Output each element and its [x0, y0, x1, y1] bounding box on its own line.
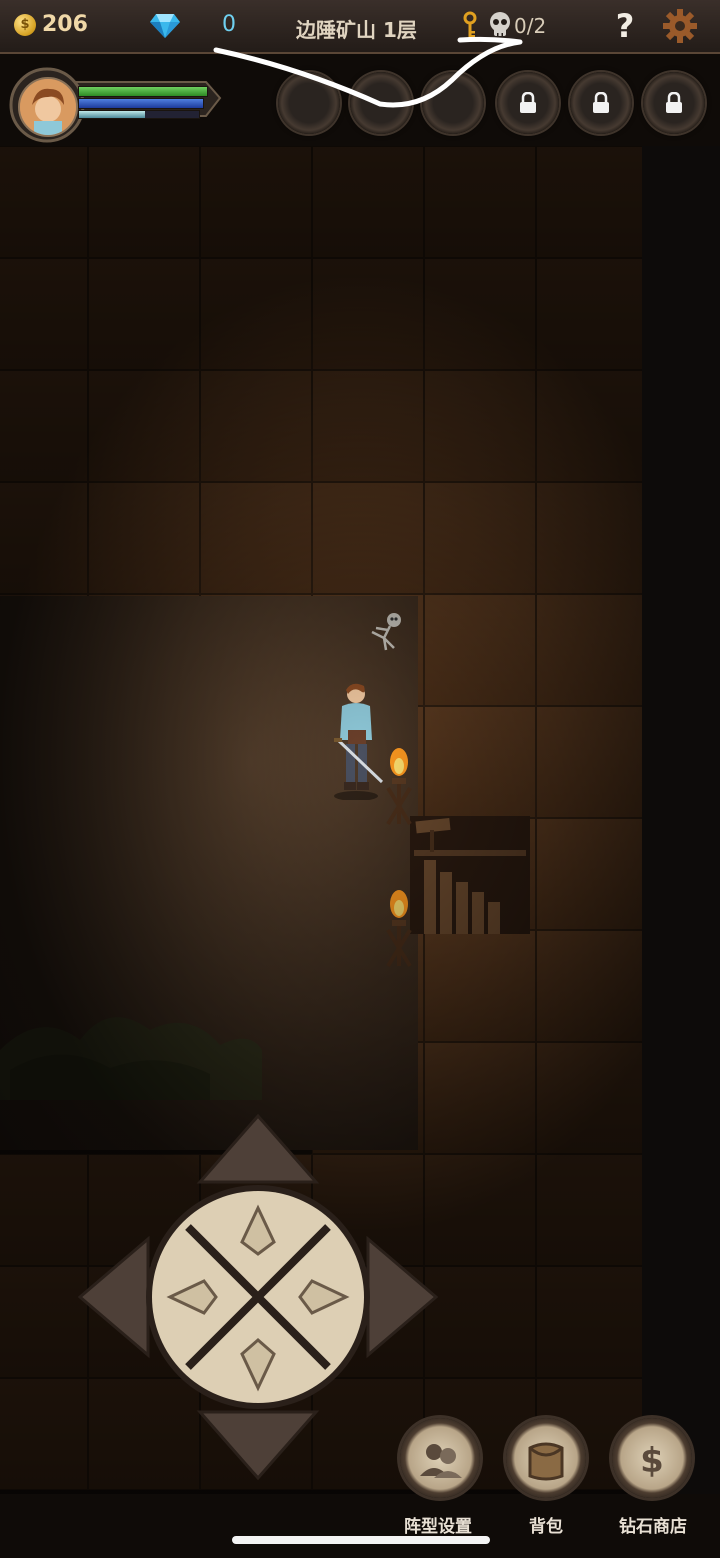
skill-slot-locked[interactable]: [497, 72, 559, 134]
formation-button[interactable]: [392, 1412, 488, 1508]
wall-tile: [0, 1266, 88, 1378]
direction-pad[interactable]: [78, 1112, 438, 1482]
skull-icon: [490, 12, 510, 36]
wall-tile: [200, 370, 312, 482]
skill-slot-locked[interactable]: [643, 72, 705, 134]
wall-tile: [536, 1154, 648, 1266]
wall-tile: [0, 146, 88, 258]
skill-slot-empty[interactable]: [422, 72, 484, 134]
kill-counter: 0/2: [514, 14, 547, 38]
wall-tile: [536, 1042, 648, 1154]
formation-label: 阵型设置: [404, 1517, 472, 1537]
lock-icon: [520, 92, 536, 113]
mp-bar-fill: [79, 99, 203, 108]
grass-patch: [0, 1017, 262, 1100]
help-button[interactable]: ?: [612, 6, 638, 46]
svg-text:$: $: [640, 1441, 664, 1481]
team-icon: [420, 1444, 462, 1478]
skill-slot-locked[interactable]: [570, 72, 632, 134]
stairs-down[interactable]: [410, 816, 530, 934]
wall-tile: [536, 370, 648, 482]
wall-tile: [424, 1266, 536, 1378]
hero-avatar[interactable]: [18, 77, 78, 137]
diamond-shop-button[interactable]: $: [604, 1412, 700, 1508]
lock-icon: [593, 92, 609, 113]
wall-tile: [536, 706, 648, 818]
skill-slot-empty[interactable]: [278, 72, 340, 134]
hp-bar-fill: [79, 87, 207, 96]
wall-tile: [536, 482, 648, 594]
coin-icon: $: [14, 14, 36, 36]
wall-tile: [424, 1154, 536, 1266]
dollar-icon: $: [640, 1441, 664, 1481]
wall-tile: [536, 146, 648, 258]
wall-tile: [424, 370, 536, 482]
wall-tile: [200, 146, 312, 258]
wall-tile: [88, 482, 200, 594]
wall-tile: [536, 258, 648, 370]
mp-bar: [78, 98, 204, 109]
wall-tile: [536, 930, 648, 1042]
xp-bar: [78, 110, 200, 119]
wall-tile: [424, 930, 536, 1042]
wall-tile: [536, 1266, 648, 1378]
wall-tile: [88, 146, 200, 258]
wall-tile: [200, 482, 312, 594]
gear-icon[interactable]: [662, 8, 698, 44]
floor-title: 边陲矿山 1层: [296, 18, 417, 42]
wall-tile: [88, 258, 200, 370]
wall-tile: [536, 818, 648, 930]
wall-tile: [0, 1378, 88, 1490]
wall-tile: [424, 258, 536, 370]
wall-tile: [424, 706, 536, 818]
backpack-icon: [528, 1442, 564, 1481]
wall-tile: [0, 370, 88, 482]
coin-count: 206: [42, 12, 88, 37]
key-icon: [463, 11, 477, 38]
wall-tile: [424, 1042, 536, 1154]
wall-tile: [0, 482, 88, 594]
lock-icon: [666, 92, 682, 113]
wall-tile: [312, 370, 424, 482]
wall-tile: [424, 594, 536, 706]
gem-icon: [150, 14, 180, 38]
wall-tile: [312, 482, 424, 594]
wall-tile: [88, 370, 200, 482]
bag-button[interactable]: [498, 1412, 594, 1508]
wall-tile: [424, 146, 536, 258]
wall-tile: [312, 146, 424, 258]
wall-tile: [0, 258, 88, 370]
gem-count: 0: [222, 12, 236, 37]
hero-character[interactable]: [324, 680, 388, 800]
bag-label: 背包: [529, 1517, 563, 1537]
home-indicator[interactable]: [232, 1536, 490, 1544]
wall-tile: [312, 258, 424, 370]
wall-tile: [424, 482, 536, 594]
skill-slot-empty[interactable]: [350, 72, 412, 134]
wall-tile: [536, 594, 648, 706]
xp-bar-fill: [79, 111, 145, 118]
torch: [386, 890, 412, 968]
wall-tile: [200, 258, 312, 370]
hp-bar: [78, 86, 208, 97]
diamond-shop-label: 钻石商店: [619, 1517, 687, 1537]
torch: [386, 748, 412, 826]
map-edge: [642, 146, 720, 1494]
wall-tile: [0, 1154, 88, 1266]
top-status-bar: $ 206 0 边陲矿山 1层 0/2 ?: [0, 0, 720, 54]
skeleton-remains[interactable]: [366, 610, 408, 654]
